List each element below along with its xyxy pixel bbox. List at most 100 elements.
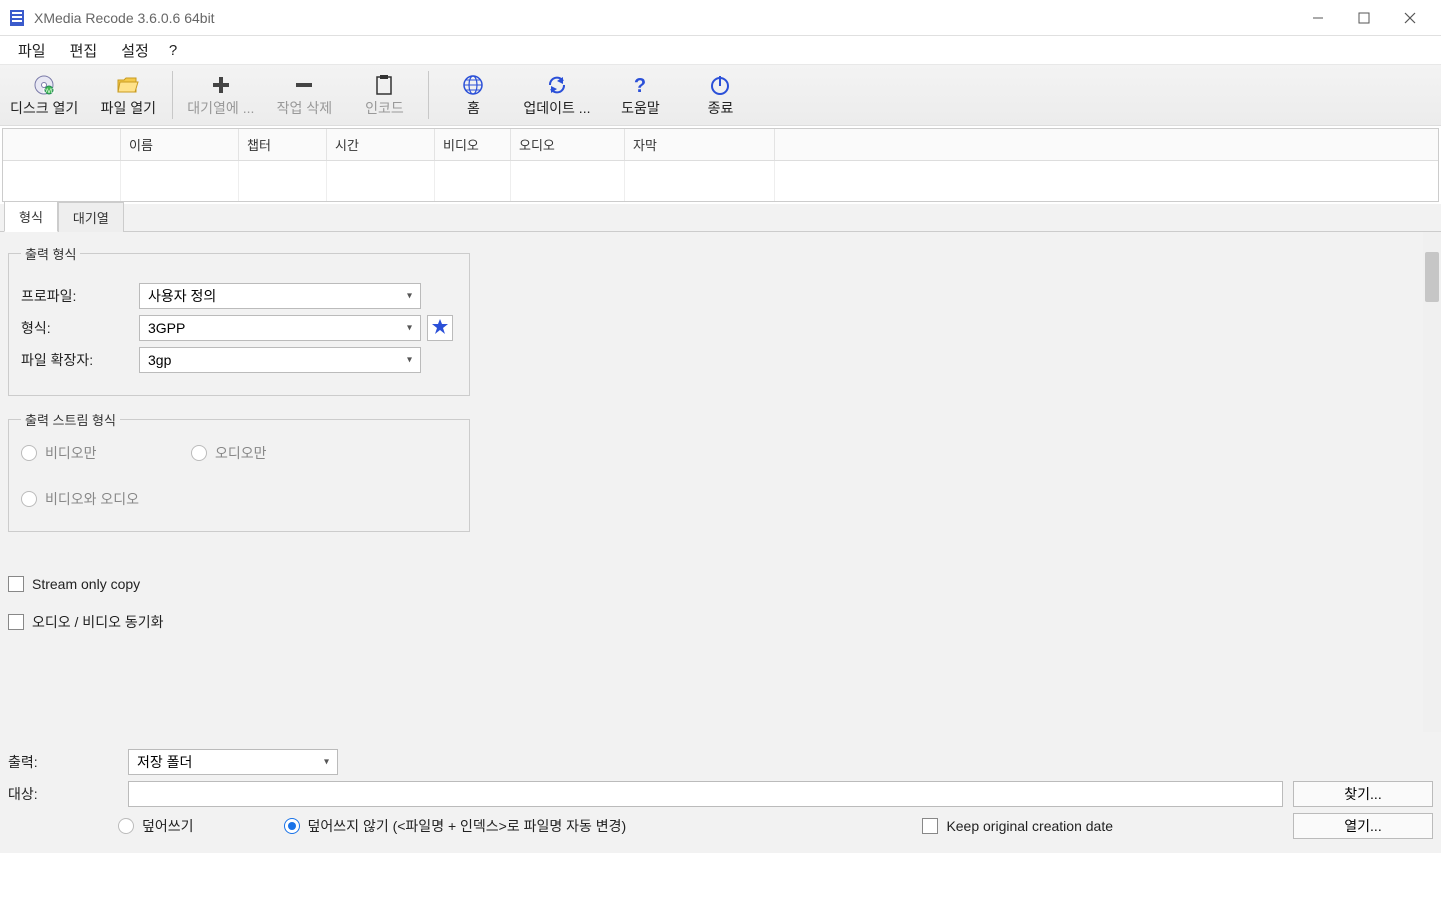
profile-combo[interactable]: 사용자 정의 ▾ xyxy=(139,283,421,309)
target-input[interactable] xyxy=(128,781,1283,807)
stream-only-copy-checkbox[interactable]: Stream only copy xyxy=(8,576,1415,592)
tabs: 형식 대기열 xyxy=(0,204,1441,232)
menubar: 파일 편집 설정 ? xyxy=(0,36,1441,64)
question-icon: ? xyxy=(630,72,650,98)
help-button[interactable]: ? 도움말 xyxy=(600,65,680,125)
output-label: 출력: xyxy=(8,752,118,772)
format-label: 형식: xyxy=(21,318,139,338)
svg-text:?: ? xyxy=(634,75,646,96)
toolbar-separator xyxy=(172,71,173,119)
stream-format-legend: 출력 스트림 형식 xyxy=(21,410,120,429)
home-label: 홈 xyxy=(467,98,480,118)
refresh-icon xyxy=(546,72,568,98)
checkbox-icon xyxy=(922,818,938,834)
ext-label: 파일 확장자: xyxy=(21,350,139,370)
ext-value: 3gp xyxy=(148,352,171,368)
menu-edit[interactable]: 편집 xyxy=(58,36,110,65)
menu-file[interactable]: 파일 xyxy=(6,36,58,65)
grid-col-blank[interactable] xyxy=(3,129,121,160)
minus-icon xyxy=(294,72,314,98)
target-label: 대상: xyxy=(8,784,118,804)
radio-icon xyxy=(118,818,134,834)
format-value: 3GPP xyxy=(148,320,185,336)
chevron-down-icon: ▾ xyxy=(407,291,412,302)
open-file-button[interactable]: 파일 열기 xyxy=(88,65,168,125)
checkbox-icon xyxy=(8,614,24,630)
output-format-group: 출력 형식 프로파일: 사용자 정의 ▾ 형식: 3GPP ▾ 파일 확 xyxy=(8,244,470,396)
menu-settings[interactable]: 설정 xyxy=(109,36,161,65)
grid-col-chapter[interactable]: 챕터 xyxy=(239,129,327,160)
close-button[interactable] xyxy=(1387,0,1433,36)
home-button[interactable]: 홈 xyxy=(433,65,513,125)
open-button[interactable]: 열기... xyxy=(1293,813,1433,839)
av-sync-checkbox[interactable]: 오디오 / 비디오 동기화 xyxy=(8,612,1415,632)
open-disc-label: 디스크 열기 xyxy=(10,98,78,118)
folder-open-icon xyxy=(116,72,140,98)
grid-col-name[interactable]: 이름 xyxy=(121,129,239,160)
format-combo[interactable]: 3GPP ▾ xyxy=(139,315,421,341)
chevron-down-icon: ▾ xyxy=(324,757,329,768)
grid-body[interactable] xyxy=(3,161,1438,201)
open-button-label: 열기... xyxy=(1344,816,1381,836)
radio-icon xyxy=(21,491,37,507)
stream-format-group: 출력 스트림 형식 비디오만 오디오만 비디오와 오디오 xyxy=(8,410,470,532)
help-label: 도움말 xyxy=(621,98,660,118)
vertical-scrollbar[interactable] xyxy=(1423,232,1441,732)
window-title: XMedia Recode 3.6.0.6 64bit xyxy=(34,10,215,26)
output-combo[interactable]: 저장 폴더 ▾ xyxy=(128,749,338,775)
power-icon xyxy=(709,72,731,98)
radio-icon xyxy=(191,445,207,461)
tab-format[interactable]: 형식 xyxy=(4,201,58,232)
app-icon xyxy=(8,9,26,27)
stream-only-copy-label: Stream only copy xyxy=(32,576,140,592)
menu-help[interactable]: ? xyxy=(161,38,185,63)
grid-col-audio[interactable]: 오디오 xyxy=(511,129,625,160)
disc-icon: DVD xyxy=(33,72,55,98)
radio-video-only-label: 비디오만 xyxy=(45,443,97,463)
exit-button[interactable]: 종료 xyxy=(680,65,760,125)
checkbox-icon xyxy=(8,576,24,592)
ext-combo[interactable]: 3gp ▾ xyxy=(139,347,421,373)
keep-date-label: Keep original creation date xyxy=(946,818,1113,834)
radio-video-audio-label: 비디오와 오디오 xyxy=(45,489,139,509)
radio-video-audio[interactable]: 비디오와 오디오 xyxy=(21,489,191,509)
update-label: 업데이트 ... xyxy=(523,98,590,118)
radio-icon xyxy=(21,445,37,461)
radio-audio-only[interactable]: 오디오만 xyxy=(191,443,361,463)
keep-date-checkbox[interactable]: Keep original creation date xyxy=(922,818,1113,834)
grid-col-time[interactable]: 시간 xyxy=(327,129,435,160)
titlebar: XMedia Recode 3.6.0.6 64bit xyxy=(0,0,1441,36)
svg-text:DVD: DVD xyxy=(43,89,55,95)
star-icon xyxy=(431,318,449,339)
add-queue-label: 대기열에 ... xyxy=(187,98,254,118)
open-disc-button[interactable]: DVD 디스크 열기 xyxy=(0,65,88,125)
grid-col-video[interactable]: 비디오 xyxy=(435,129,511,160)
remove-job-label: 작업 삭제 xyxy=(277,98,332,118)
no-overwrite-label: 덮어쓰지 않기 (<파일명 + 인덱스>로 파일명 자동 변경) xyxy=(308,816,627,836)
remove-job-button[interactable]: 작업 삭제 xyxy=(264,65,344,125)
radio-audio-only-label: 오디오만 xyxy=(215,443,267,463)
add-queue-button[interactable]: 대기열에 ... xyxy=(177,65,264,125)
browse-button-label: 찾기... xyxy=(1344,784,1381,804)
encode-label: 인코드 xyxy=(365,98,404,118)
clipboard-icon xyxy=(375,72,393,98)
grid-col-rest xyxy=(775,129,1438,160)
maximize-button[interactable] xyxy=(1341,0,1387,36)
radio-video-only[interactable]: 비디오만 xyxy=(21,443,191,463)
overwrite-label: 덮어쓰기 xyxy=(142,816,194,836)
chevron-down-icon: ▾ xyxy=(407,355,412,366)
output-format-legend: 출력 형식 xyxy=(21,244,80,263)
scrollbar-thumb[interactable] xyxy=(1425,252,1439,302)
format-panel: 출력 형식 프로파일: 사용자 정의 ▾ 형식: 3GPP ▾ 파일 확 xyxy=(0,232,1441,732)
radio-overwrite[interactable]: 덮어쓰기 xyxy=(118,816,194,836)
plus-icon xyxy=(211,72,231,98)
favorite-button[interactable] xyxy=(427,315,453,341)
minimize-button[interactable] xyxy=(1295,0,1341,36)
grid-col-subtitle[interactable]: 자막 xyxy=(625,129,775,160)
browse-button[interactable]: 찾기... xyxy=(1293,781,1433,807)
update-button[interactable]: 업데이트 ... xyxy=(513,65,600,125)
encode-button[interactable]: 인코드 xyxy=(344,65,424,125)
radio-no-overwrite[interactable]: 덮어쓰지 않기 (<파일명 + 인덱스>로 파일명 자동 변경) xyxy=(284,816,627,836)
tab-queue[interactable]: 대기열 xyxy=(58,202,124,232)
chevron-down-icon: ▾ xyxy=(407,323,412,334)
